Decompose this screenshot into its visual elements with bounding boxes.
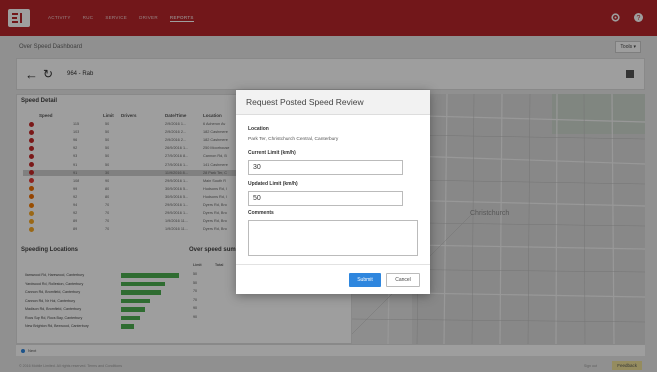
location-value: Park Ter, Christchurch Central, Canterbu… <box>248 137 339 142</box>
updated-limit-label: Updated Limit (km/h) <box>248 181 298 187</box>
location-label: Location <box>248 126 269 132</box>
speed-review-dialog: Request Posted Speed Review Location Par… <box>236 90 430 294</box>
submit-button[interactable]: Submit <box>349 273 381 287</box>
updated-limit-input[interactable] <box>248 191 403 206</box>
current-limit-input[interactable] <box>248 160 403 175</box>
dialog-divider <box>236 264 430 265</box>
dialog-header: Request Posted Speed Review <box>236 90 430 115</box>
current-limit-label: Current Limit (km/h) <box>248 150 296 156</box>
comments-textarea[interactable] <box>248 220 418 256</box>
cancel-button[interactable]: Cancel <box>386 273 420 287</box>
comments-label: Comments <box>248 210 274 216</box>
dialog-title: Request Posted Speed Review <box>246 97 364 107</box>
